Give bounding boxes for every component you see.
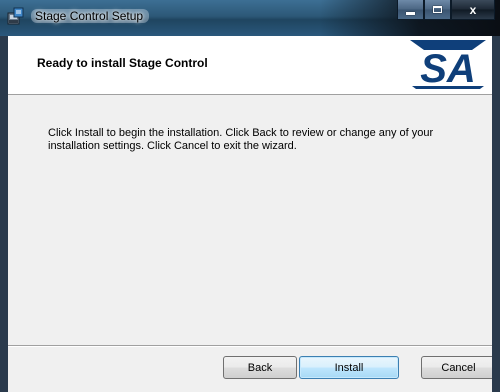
instructions-text: Click Install to begin the installation.… — [48, 127, 434, 152]
close-button[interactable]: x — [451, 0, 495, 20]
maximize-button[interactable] — [424, 0, 451, 20]
minimize-icon — [406, 11, 415, 15]
cancel-button[interactable]: Cancel — [421, 356, 492, 379]
footer-divider — [8, 345, 492, 347]
window-title: Stage Control Setup — [31, 9, 150, 23]
installer-window: Stage Control Setup x Ready to install S… — [0, 0, 500, 392]
maximize-icon — [433, 6, 442, 13]
logo-text: SA — [420, 47, 476, 90]
company-logo: SA — [410, 40, 486, 90]
minimize-button[interactable] — [397, 0, 424, 20]
wizard-client-area: Ready to install Stage Control SA Click … — [8, 36, 492, 392]
close-icon: x — [469, 2, 477, 17]
installer-icon — [7, 7, 24, 25]
back-button[interactable]: Back — [223, 356, 297, 379]
window-controls: x — [397, 0, 495, 22]
wizard-banner: Ready to install Stage Control SA — [8, 36, 492, 95]
page-title: Ready to install Stage Control — [37, 56, 208, 70]
title-bar[interactable]: Stage Control Setup x — [0, 0, 500, 36]
install-button[interactable]: Install — [299, 356, 399, 379]
